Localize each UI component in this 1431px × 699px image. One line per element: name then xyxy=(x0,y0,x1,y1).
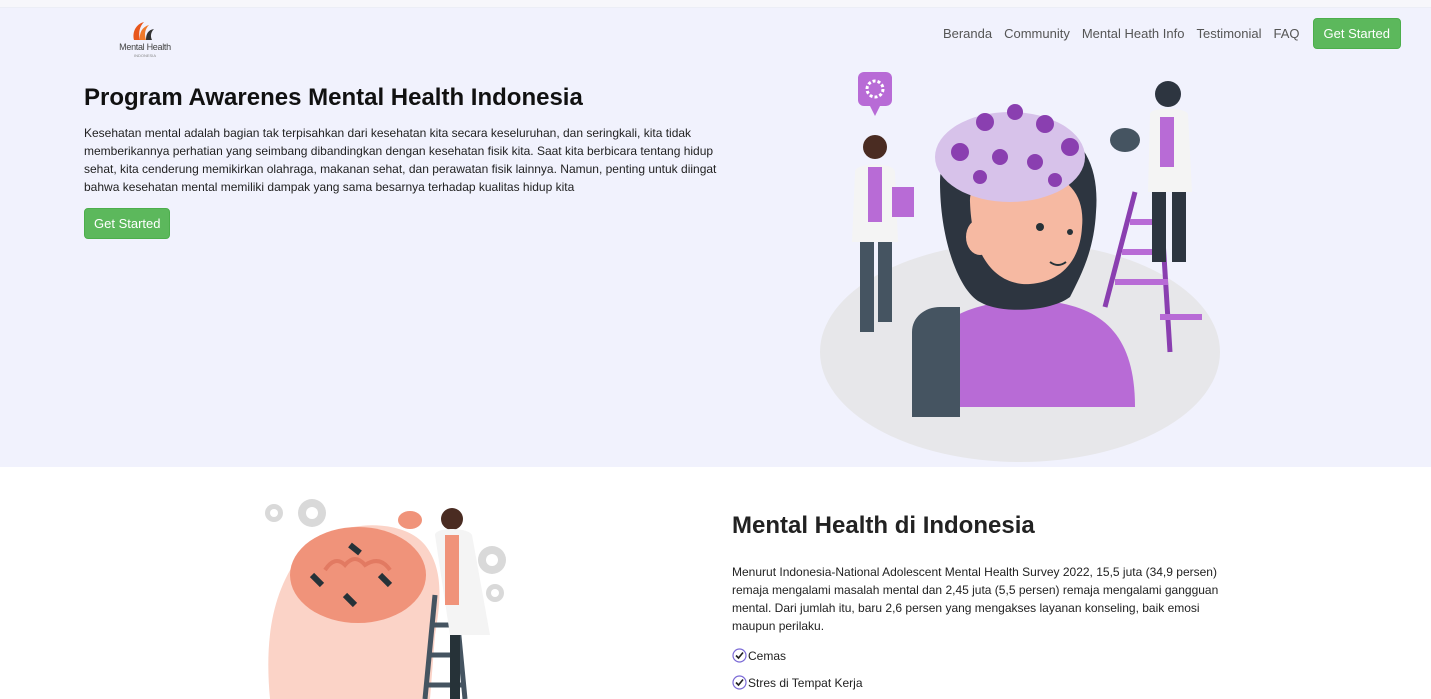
hero-section: Mental Health INDONESIA Beranda Communit… xyxy=(0,0,1431,467)
hero-illustration xyxy=(820,72,1220,462)
list-item-label: Cemas xyxy=(748,648,787,663)
nav-mental-health-info[interactable]: Mental Heath Info xyxy=(1082,26,1185,41)
nav-testimonial[interactable]: Testimonial xyxy=(1196,26,1261,41)
section-title: Mental Health di Indonesia xyxy=(732,512,1035,539)
site-logo[interactable]: Mental Health INDONESIA xyxy=(110,20,180,60)
list-item-stres-kerja: Stres di Tempat Kerja xyxy=(732,675,863,690)
check-circle-icon xyxy=(732,648,747,663)
section-description: Menurut Indonesia-National Adolescent Me… xyxy=(732,565,1219,633)
check-circle-icon xyxy=(732,675,747,690)
logo-text: Mental Health xyxy=(119,42,171,52)
logo-mark-icon xyxy=(133,22,154,40)
nav-get-started-button[interactable]: Get Started xyxy=(1312,18,1401,49)
hero-title: Program Awarenes Mental Health Indonesia xyxy=(84,84,583,111)
nav-beranda[interactable]: Beranda xyxy=(943,26,992,41)
hero-get-started-button[interactable]: Get Started xyxy=(84,208,171,239)
nav-faq[interactable]: FAQ xyxy=(1274,26,1300,41)
nav-community[interactable]: Community xyxy=(1004,26,1070,41)
hero-description: Kesehatan mental adalah bagian tak terpi… xyxy=(84,126,717,194)
brain-care-illustration xyxy=(265,499,506,699)
main-nav: Beranda Community Mental Heath Info Test… xyxy=(943,18,1401,49)
list-item-cemas: Cemas xyxy=(732,648,786,663)
list-item-label: Stres di Tempat Kerja xyxy=(748,675,863,690)
top-border xyxy=(0,0,1431,8)
logo-subtext: INDONESIA xyxy=(133,53,156,58)
